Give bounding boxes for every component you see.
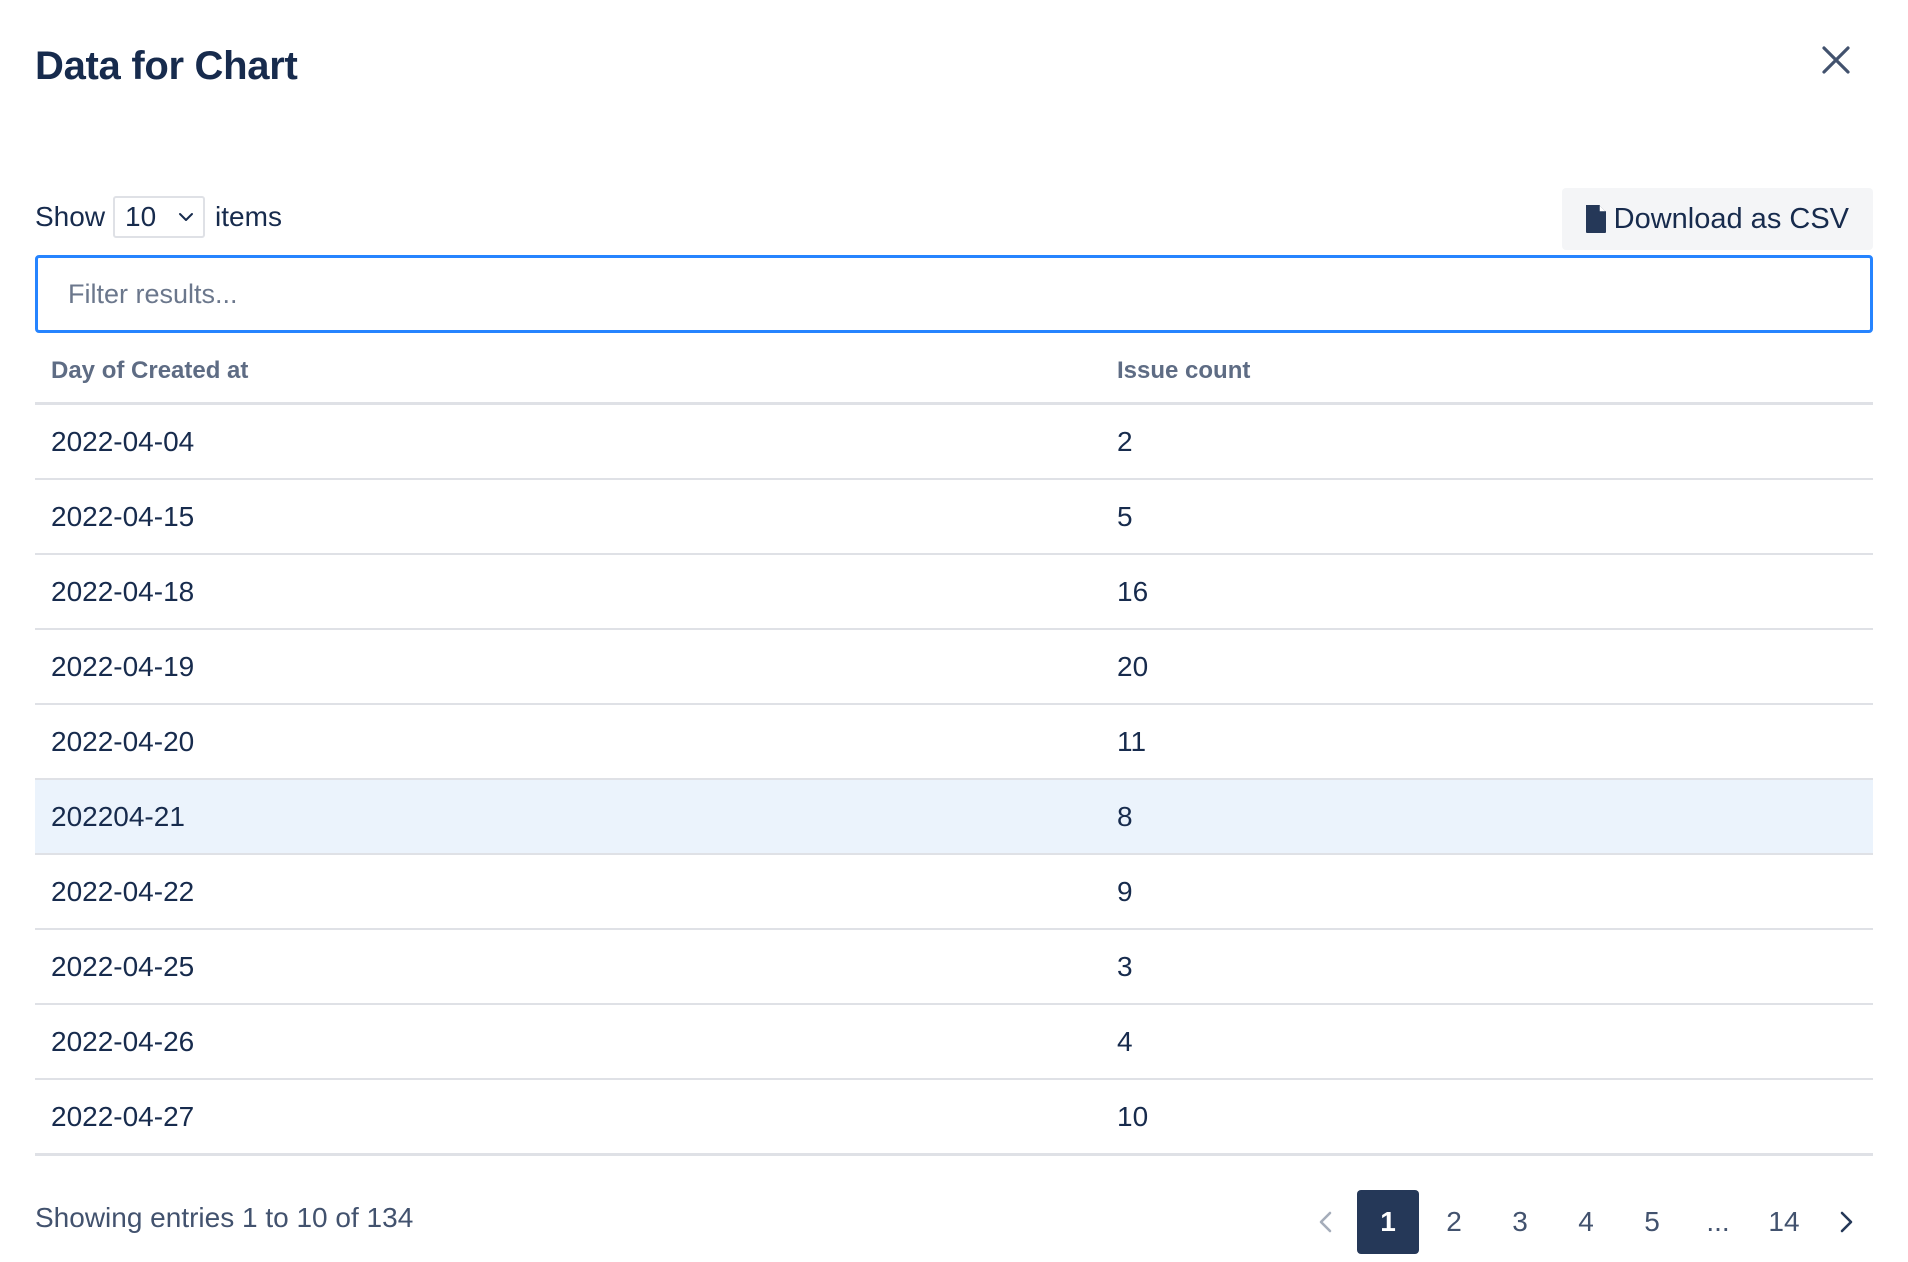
table-row: 2022-04-15 5: [35, 480, 1873, 555]
table-row-highlighted: 202204-21 8: [35, 780, 1873, 855]
data-for-chart-dialog: Data for Chart Show 10 items Download as…: [0, 0, 1908, 1262]
cell-issue-count: 20: [1117, 650, 1149, 682]
cell-day: 2022-04-20: [51, 725, 195, 757]
table-toolbar: Show 10 items Download as CSV: [35, 188, 1873, 250]
cell-issue-count: 10: [1117, 1100, 1149, 1132]
table-row: 2022-04-27 10: [35, 1080, 1873, 1156]
table-row: 2022-04-20 11: [35, 705, 1873, 780]
table-header: Day of Created at Issue count: [35, 340, 1873, 405]
page-button-4[interactable]: 4: [1555, 1190, 1617, 1254]
dialog-title: Data for Chart: [35, 44, 298, 88]
chevron-left-icon: [1319, 1211, 1332, 1233]
page-button-14[interactable]: 14: [1753, 1190, 1815, 1254]
cell-day: 2022-04-22: [51, 875, 195, 907]
pagination-ellipsis: ...: [1706, 1206, 1730, 1237]
cell-day: 2022-04-26: [51, 1025, 195, 1057]
table-row: 2022-04-19 20: [35, 630, 1873, 705]
cell-issue-count: 16: [1117, 575, 1149, 607]
cell-issue-count: 5: [1117, 500, 1133, 532]
filter-results-input[interactable]: [35, 255, 1873, 333]
table-row: 2022-04-26 4: [35, 1005, 1873, 1080]
cell-issue-count: 2: [1117, 425, 1133, 457]
data-table: Day of Created at Issue count 2022-04-04…: [35, 340, 1873, 1156]
column-header-issue-count[interactable]: Issue count: [1117, 357, 1873, 385]
chevron-down-icon: [179, 213, 194, 221]
cell-day: 2022-04-19: [51, 650, 195, 682]
close-icon: [1822, 46, 1850, 74]
cell-issue-count: 8: [1117, 800, 1133, 832]
items-label: items: [215, 201, 282, 232]
column-header-day-of-created-at[interactable]: Day of Created at: [35, 357, 1117, 385]
next-page-button[interactable]: [1819, 1190, 1873, 1254]
cell-issue-count: 4: [1117, 1025, 1133, 1057]
page-size-select[interactable]: 10: [113, 196, 206, 238]
table-row: 2022-04-25 3: [35, 930, 1873, 1005]
page-button-1[interactable]: 1: [1357, 1190, 1419, 1254]
cell-issue-count: 11: [1117, 725, 1147, 757]
entries-summary: Showing entries 1 to 10 of 134: [35, 1202, 414, 1233]
cell-day: 2022-04-04: [51, 425, 195, 457]
pagination: 1 2 3 4 5 ... 14: [1295, 1190, 1873, 1254]
cell-issue-count: 3: [1117, 950, 1133, 982]
previous-page-button[interactable]: [1299, 1190, 1353, 1254]
chevron-right-icon: [1840, 1211, 1853, 1233]
cell-day: 2022-04-25: [51, 950, 195, 982]
table-row: 2022-04-04 2: [35, 405, 1873, 480]
file-icon: [1585, 205, 1606, 233]
cell-day: 2022-04-15: [51, 500, 195, 532]
page-button-2[interactable]: 2: [1423, 1190, 1485, 1254]
cell-day: 2022-04-18: [51, 575, 195, 607]
page-size-value: 10: [125, 201, 157, 232]
cell-issue-count: 9: [1117, 875, 1133, 907]
table-row: 2022-04-18 16: [35, 555, 1873, 630]
table-row: 2022-04-22 9: [35, 855, 1873, 930]
download-csv-label: Download as CSV: [1613, 202, 1849, 235]
cell-day: 202204-21: [51, 800, 185, 832]
download-csv-button[interactable]: Download as CSV: [1561, 188, 1873, 250]
page-button-3[interactable]: 3: [1489, 1190, 1551, 1254]
cell-day: 2022-04-27: [51, 1100, 195, 1132]
page-size-control: Show 10 items: [35, 196, 282, 238]
close-button[interactable]: [1816, 40, 1856, 80]
show-label: Show: [35, 201, 106, 232]
page-button-5[interactable]: 5: [1621, 1190, 1683, 1254]
